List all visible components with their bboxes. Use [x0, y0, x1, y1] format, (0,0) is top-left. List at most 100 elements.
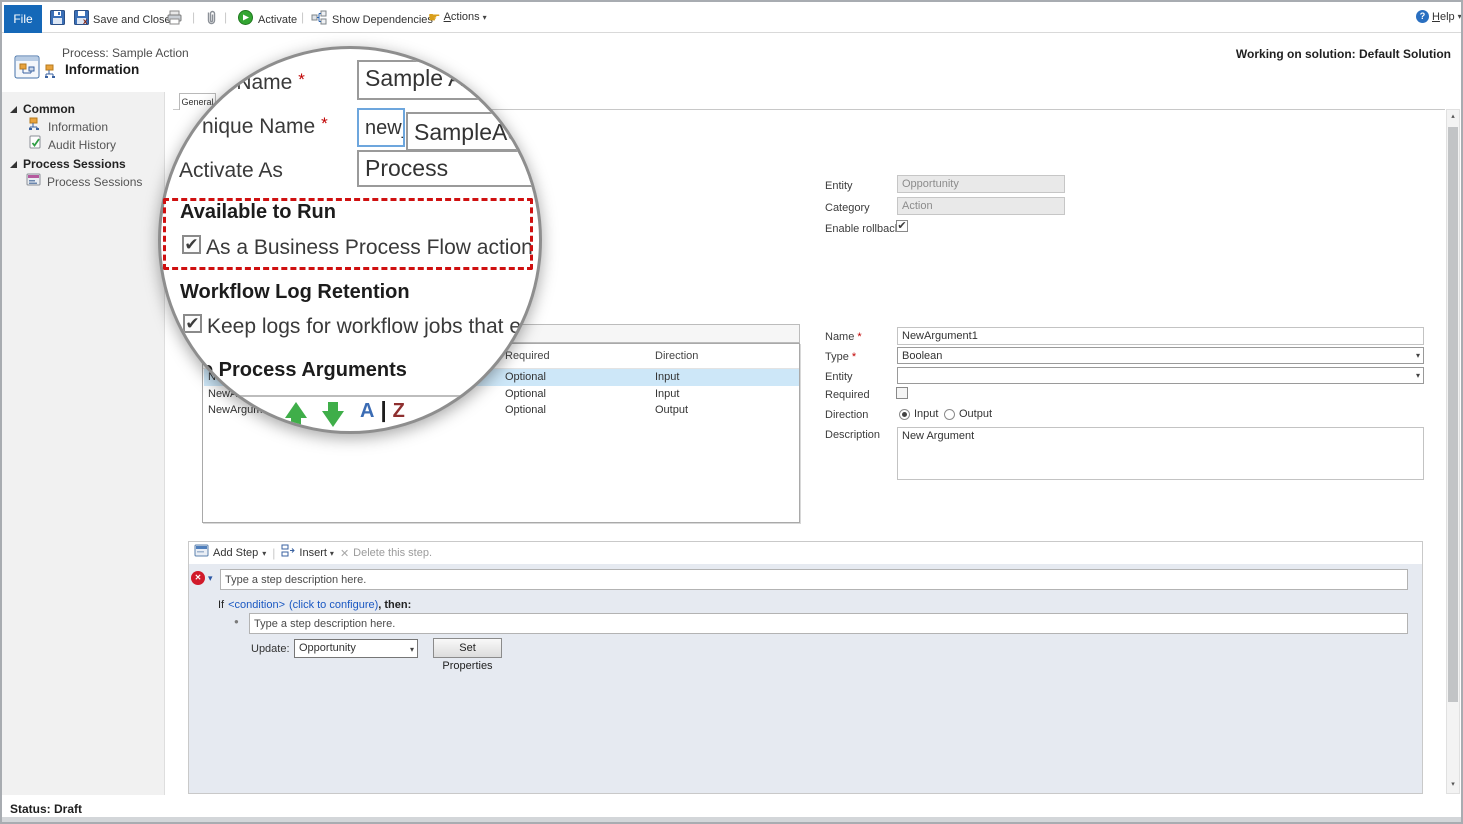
type-label: Type * [825, 351, 856, 363]
direction-input-label: Input [914, 408, 938, 420]
condition-line: If <condition> (click to configure) , th… [218, 599, 411, 611]
substep-description-input[interactable]: Type a step description here. [249, 613, 1408, 634]
show-dependencies-icon [311, 10, 327, 30]
status-badge: Status: Draft [10, 802, 82, 816]
condition-link[interactable]: <condition> [228, 599, 285, 611]
information-icon [44, 64, 59, 84]
show-dependencies-label: Show Dependencies [332, 14, 433, 26]
argument-required: Optional [505, 404, 546, 416]
audit-history-icon [28, 135, 42, 154]
argument-required: Optional [505, 388, 546, 400]
add-step-button[interactable]: Add Step ▾ [194, 544, 266, 562]
workflow-log-retention-heading: Workflow Log Retention [180, 281, 410, 304]
delete-step-button[interactable]: ✕ Delete this step. [340, 547, 432, 560]
argument-required: Optional [505, 371, 546, 383]
unique-name-input-magnified[interactable]: SampleActi [406, 112, 542, 151]
page-title: Information [65, 62, 139, 77]
description-label: Description [825, 429, 880, 441]
printer-icon [167, 10, 183, 25]
entity-detail-label: Entity [825, 371, 853, 383]
configure-link[interactable]: (click to configure) [289, 599, 378, 611]
process-name-label-magnified: s Name * [220, 70, 305, 95]
sidebar-group-common[interactable]: Common [10, 102, 75, 116]
sidebar-group-process-sessions[interactable]: Process Sessions [10, 157, 126, 171]
direction-radio-input[interactable]: Input [899, 408, 938, 420]
update-entity-select[interactable]: Opportunity▾ [294, 639, 418, 658]
name-label: Name * [825, 331, 862, 343]
caret-down-icon: ▾ [1416, 371, 1420, 380]
save-button[interactable] [50, 10, 65, 30]
show-dependencies-button[interactable]: Show Dependencies [311, 10, 433, 30]
move-down-icon[interactable] [322, 402, 344, 427]
keep-logs-checkbox[interactable]: ✔ [183, 314, 202, 333]
scroll-up-button[interactable]: ▴ [1447, 110, 1459, 125]
move-up-icon[interactable] [285, 402, 307, 427]
required-label: Required [825, 389, 870, 401]
direction-radio-output[interactable]: Output [944, 408, 992, 420]
caret-down-icon: ▾ [262, 549, 266, 558]
save-and-close-icon: x [74, 10, 89, 30]
insert-button[interactable]: Insert ▾ [281, 544, 334, 562]
unique-name-label-magnified: nique Name * [202, 114, 328, 139]
highlight-dashed-box [163, 198, 533, 270]
category-label: Category [825, 202, 870, 214]
sidebar-item-process-sessions[interactable]: Process Sessions [26, 173, 142, 191]
sidebar-item-information[interactable]: Information [28, 117, 108, 136]
working-on-solution-label: Working on solution: Default Solution [1236, 47, 1451, 61]
argument-direction: Input [655, 388, 679, 400]
process-name-input-magnified[interactable]: Sample Act [357, 60, 542, 100]
column-header-required[interactable]: Required [505, 350, 550, 362]
delete-x-icon: ✕ [340, 547, 349, 560]
caret-down-icon: ▾ [483, 13, 487, 22]
sidebar-item-label: Audit History [48, 138, 116, 152]
unique-name-prefix-magnified: new_ [357, 108, 405, 147]
attach-button[interactable] [204, 9, 218, 31]
actions-button[interactable]: ☛ Actions ▾ [428, 9, 487, 25]
required-checkbox[interactable] [896, 387, 908, 399]
step-error-icon: ✕ [191, 571, 205, 585]
toolbar-separator: | [272, 546, 275, 560]
argument-direction: Input [655, 371, 679, 383]
collapse-triangle-icon [10, 161, 17, 168]
help-icon: ? [1416, 10, 1429, 23]
help-button[interactable]: ? Help ▾ [1416, 10, 1462, 23]
step-expand-caret-icon[interactable]: ▾ [208, 573, 213, 584]
radio-selected-icon [899, 409, 910, 420]
actions-label: Actions [444, 11, 480, 23]
activate-icon [238, 10, 253, 30]
file-tab[interactable]: File [4, 5, 42, 33]
required-mark: * [852, 351, 856, 363]
direction-label: Direction [825, 409, 868, 421]
save-and-close-button[interactable]: x Save and Close [74, 10, 171, 30]
process-arguments-heading-magnified: e Process Arguments [202, 359, 407, 382]
caret-down-icon: ▾ [330, 549, 334, 558]
vertical-scrollbar[interactable]: ▴ ▾ [1446, 109, 1460, 794]
scrollbar-thumb[interactable] [1448, 127, 1458, 702]
toolbar-separator: | [301, 10, 304, 24]
paperclip-icon [204, 9, 218, 26]
required-mark: * [857, 331, 861, 343]
enable-rollback-checkbox[interactable]: ✔ [896, 220, 908, 232]
entity-select[interactable]: ▾ [897, 367, 1424, 384]
set-properties-button[interactable]: Set Properties [433, 638, 502, 658]
collapse-triangle-icon [10, 106, 17, 113]
name-input[interactable]: NewArgument1 [897, 327, 1424, 345]
print-button[interactable] [167, 10, 183, 30]
sidebar-item-audit-history[interactable]: Audit History [28, 135, 116, 154]
scroll-down-button[interactable]: ▾ [1447, 778, 1459, 793]
column-header-direction[interactable]: Direction [655, 350, 698, 362]
actions-icon: ☛ [428, 9, 441, 25]
step-description-input[interactable]: Type a step description here. [220, 569, 1408, 590]
add-step-icon [194, 544, 209, 562]
insert-icon [281, 544, 296, 562]
update-label: Update: [251, 643, 290, 655]
description-textarea[interactable]: New Argument [897, 427, 1424, 480]
sort-az-icon[interactable]: A|Z [360, 397, 405, 423]
type-select[interactable]: Boolean▾ [897, 347, 1424, 364]
activate-as-input-magnified[interactable]: Process [357, 150, 542, 187]
add-step-label: Add Step [213, 547, 258, 559]
activate-button[interactable]: Activate [238, 10, 297, 30]
process-title: Process: Sample Action [62, 46, 189, 60]
insert-label: Insert [299, 547, 327, 559]
sidebar-group-label: Common [23, 102, 75, 116]
